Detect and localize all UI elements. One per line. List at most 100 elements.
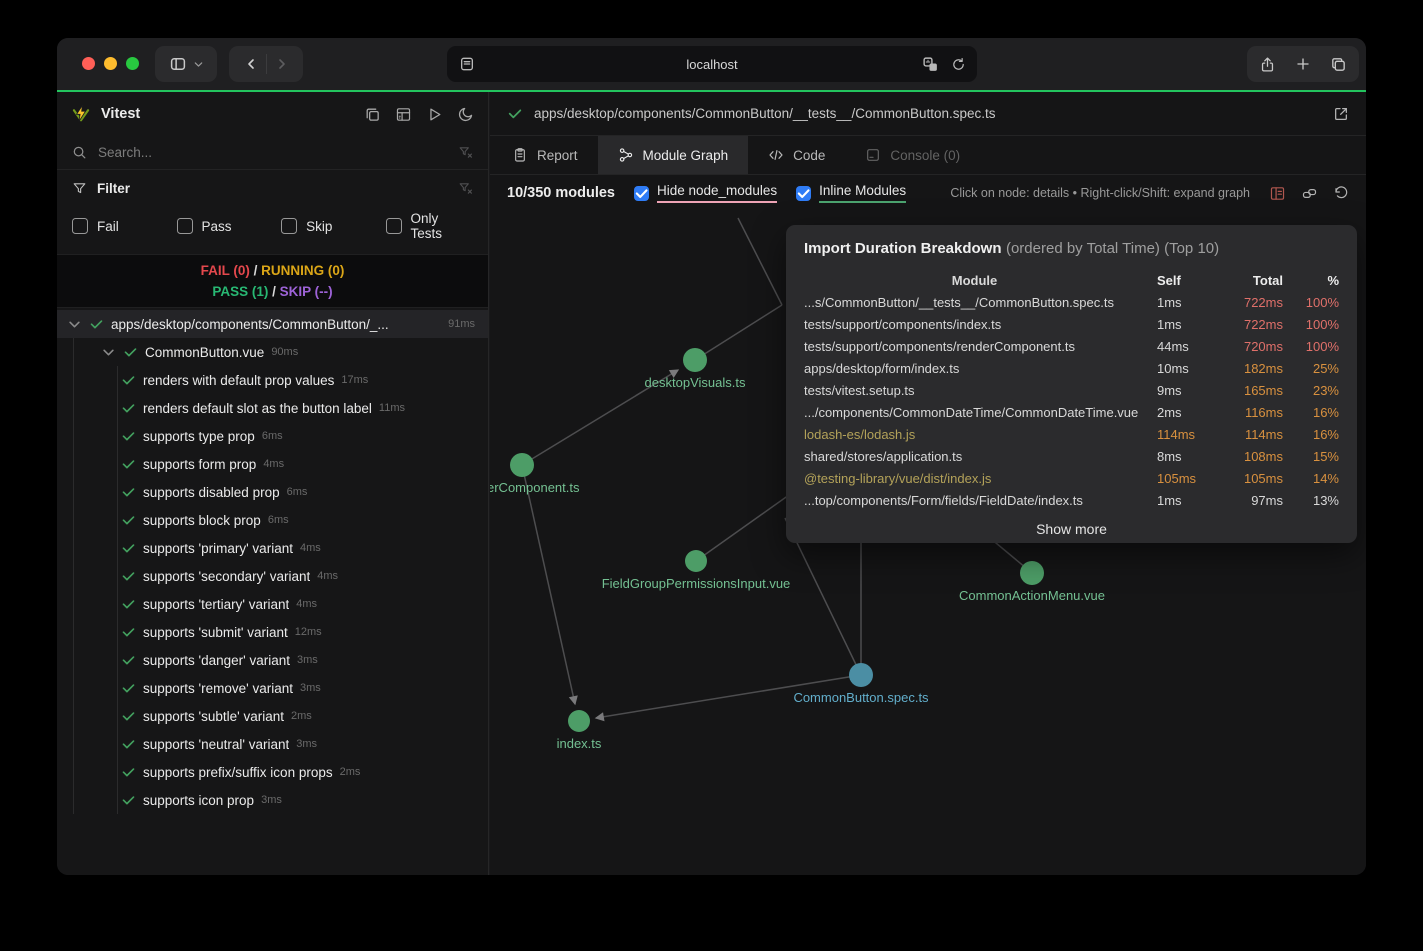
graph-node-CommonActionMenu[interactable] — [1020, 561, 1044, 585]
checkbox-icon[interactable] — [72, 218, 88, 234]
pass-check-icon — [121, 597, 136, 612]
test-row[interactable]: supports 'remove' variant3ms — [57, 674, 488, 702]
filter-option-label[interactable]: Pass — [202, 219, 232, 234]
hide-node-modules-checkbox[interactable]: Hide node_modules — [634, 183, 777, 203]
tab-report[interactable]: Report — [492, 136, 598, 174]
new-tab-icon[interactable] — [1295, 56, 1311, 72]
expand-graph-icon[interactable] — [1301, 185, 1318, 202]
graph-node-CommonButtonSpec[interactable] — [849, 663, 873, 687]
module-name: tests/vitest.setup.ts — [804, 380, 1145, 402]
tab-module-graph[interactable]: Module Graph — [598, 136, 749, 174]
graph-node-FieldGroupPermissionsInput[interactable] — [685, 550, 707, 572]
coverage-icon[interactable] — [395, 106, 412, 123]
filter-option-label[interactable]: Only Tests — [411, 211, 473, 241]
hide-node-modules-label[interactable]: Hide node_modules — [657, 183, 777, 203]
test-row[interactable]: supports 'neutral' variant3ms — [57, 730, 488, 758]
tab-overview-icon[interactable] — [1330, 56, 1347, 73]
tab-label[interactable]: Report — [537, 148, 578, 163]
checked-checkbox-icon[interactable] — [796, 186, 811, 201]
checkbox-icon[interactable] — [386, 218, 402, 234]
percent-value: 100% — [1295, 336, 1339, 358]
graph-node-label[interactable]: CommonButton.spec.ts — [793, 690, 929, 705]
test-row[interactable]: supports 'primary' variant4ms — [57, 534, 488, 562]
graph-node-label[interactable]: FieldGroupPermissionsInput.vue — [602, 576, 791, 591]
filter-checkbox-only-tests[interactable]: Only Tests — [386, 211, 473, 241]
filter-option-label[interactable]: Fail — [97, 219, 119, 234]
tab-label[interactable]: Console (0) — [890, 148, 960, 163]
pass-check-icon — [121, 681, 136, 696]
pass-check-icon — [121, 737, 136, 752]
close-window-button[interactable] — [82, 57, 95, 70]
suite-row[interactable]: apps/desktop/components/CommonButton/_..… — [57, 310, 488, 338]
chevron-down-icon[interactable] — [193, 59, 204, 70]
pass-check-icon — [121, 541, 136, 556]
tab-code[interactable]: Code — [748, 136, 845, 174]
graph-node-desktopVisuals[interactable] — [683, 348, 707, 372]
test-row[interactable]: supports form prop4ms — [57, 450, 488, 478]
tab-console-0[interactable]: Console (0) — [845, 136, 980, 174]
filter-checkbox-pass[interactable]: Pass — [177, 218, 282, 234]
test-row[interactable]: supports 'tertiary' variant4ms — [57, 590, 488, 618]
pass-check-icon — [121, 373, 136, 388]
chevron-down-icon[interactable] — [101, 345, 116, 360]
show-more-button[interactable]: Show more — [804, 521, 1339, 537]
graph-node-index[interactable] — [568, 710, 590, 732]
filter-checkbox-fail[interactable]: Fail — [72, 218, 177, 234]
reload-icon[interactable] — [951, 57, 966, 72]
back-button[interactable] — [243, 56, 259, 72]
test-row[interactable]: renders with default prop values17ms — [57, 366, 488, 394]
dashboard-icon[interactable] — [364, 106, 381, 123]
test-row[interactable]: supports icon prop3ms — [57, 786, 488, 814]
test-row[interactable]: supports prefix/suffix icon props2ms — [57, 758, 488, 786]
minimize-window-button[interactable] — [104, 57, 117, 70]
graph-node-label[interactable]: CommonActionMenu.vue — [959, 588, 1105, 603]
zoom-window-button[interactable] — [126, 57, 139, 70]
checked-checkbox-icon[interactable] — [634, 186, 649, 201]
test-label: supports 'submit' variant — [143, 625, 288, 640]
share-icon[interactable] — [1259, 56, 1276, 73]
inline-modules-label[interactable]: Inline Modules — [819, 183, 906, 203]
url-text[interactable]: localhost — [686, 57, 737, 72]
search-bar[interactable]: Search... — [57, 136, 488, 170]
reset-graph-icon[interactable] — [1333, 185, 1349, 201]
test-row[interactable]: supports 'submit' variant12ms — [57, 618, 488, 646]
test-row[interactable]: supports 'secondary' variant4ms — [57, 562, 488, 590]
reader-icon[interactable] — [459, 56, 475, 72]
legend-icon[interactable] — [1269, 185, 1286, 202]
graph-node-label[interactable]: index.ts — [557, 736, 602, 751]
test-row[interactable]: renders default slot as the button label… — [57, 394, 488, 422]
run-all-icon[interactable] — [426, 106, 443, 123]
suite-row[interactable]: CommonButton.vue90ms — [57, 338, 488, 366]
sidebar-toggle-group[interactable] — [155, 46, 217, 82]
graph-node-label[interactable]: erComponent.ts — [490, 480, 580, 495]
tab-label[interactable]: Module Graph — [643, 148, 729, 163]
tab-label[interactable]: Code — [793, 148, 825, 163]
checkbox-icon[interactable] — [281, 218, 297, 234]
chevron-down-icon[interactable] — [67, 317, 82, 332]
test-row[interactable]: supports block prop6ms — [57, 506, 488, 534]
open-in-editor-icon[interactable] — [1333, 106, 1349, 122]
graph-hint-text: Click on node: details • Right-click/Shi… — [950, 186, 1250, 200]
graph-node-label[interactable]: desktopVisuals.ts — [645, 375, 746, 390]
inline-modules-checkbox[interactable]: Inline Modules — [796, 183, 906, 203]
test-row[interactable]: supports 'danger' variant3ms — [57, 646, 488, 674]
sidebar-toggle-icon[interactable] — [169, 55, 187, 73]
filter-checkbox-skip[interactable]: Skip — [281, 218, 386, 234]
checkbox-icon[interactable] — [177, 218, 193, 234]
search-icon — [72, 145, 87, 160]
test-label: supports 'danger' variant — [143, 653, 290, 668]
forward-button[interactable] — [274, 56, 290, 72]
graph-controls: 10/350 modules Hide node_modules Inline … — [490, 173, 1366, 213]
filter-option-label[interactable]: Skip — [306, 219, 332, 234]
clear-search-filter-icon[interactable] — [458, 145, 473, 160]
test-row[interactable]: supports 'subtle' variant2ms — [57, 702, 488, 730]
search-input[interactable]: Search... — [98, 145, 152, 160]
dark-mode-icon[interactable] — [457, 106, 474, 123]
test-row[interactable]: supports type prop6ms — [57, 422, 488, 450]
translate-icon[interactable] — [922, 56, 939, 73]
graph-node-erComponent[interactable] — [510, 453, 534, 477]
address-bar[interactable]: localhost — [447, 46, 977, 82]
clear-filters-icon[interactable] — [458, 181, 473, 196]
test-label: supports icon prop — [143, 793, 254, 808]
test-row[interactable]: supports disabled prop6ms — [57, 478, 488, 506]
